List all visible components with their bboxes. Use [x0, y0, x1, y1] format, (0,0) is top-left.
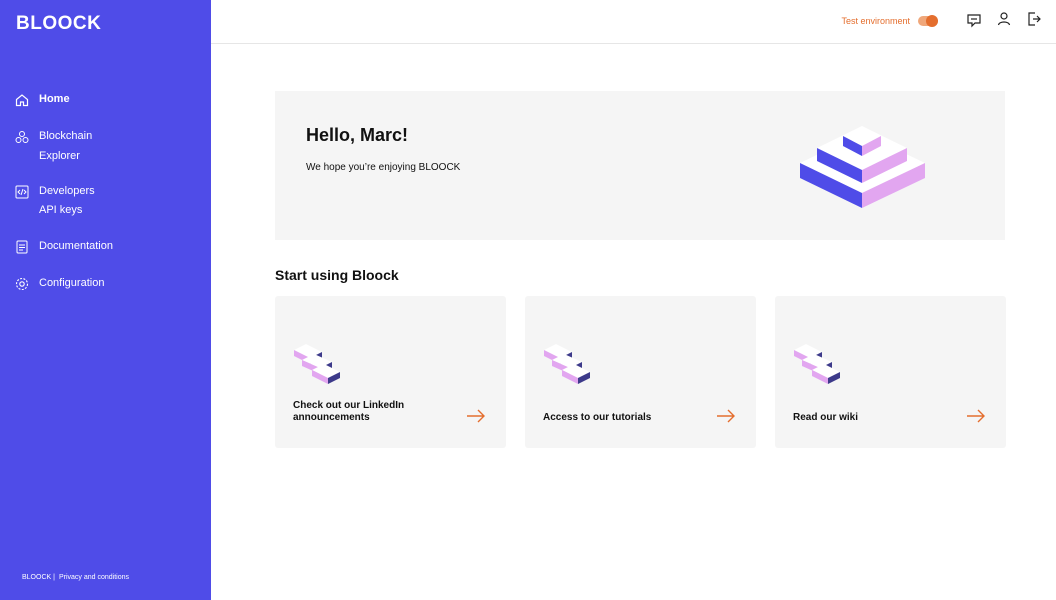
privacy-link[interactable]: Privacy and conditions	[59, 574, 129, 581]
sidebar-item-developers[interactable]: Developers	[15, 184, 95, 201]
arrow-right-icon[interactable]	[966, 409, 986, 423]
steps-icon	[794, 344, 840, 384]
sidebar-item-label: Home	[39, 93, 70, 105]
document-icon	[16, 240, 28, 254]
logout-icon[interactable]	[1026, 11, 1042, 27]
welcome-subtitle: We hope you’re enjoying BLOOCK	[306, 162, 461, 173]
sidebar: BLOOCK Home Blockchain Explorer Develope…	[0, 0, 211, 600]
arrow-right-icon[interactable]	[716, 409, 736, 423]
steps-icon	[544, 344, 590, 384]
toggle-knob	[926, 15, 938, 27]
sidebar-item-label-2: Explorer	[39, 150, 80, 162]
test-environment-label: Test environment	[841, 16, 910, 26]
sidebar-item-label: Documentation	[39, 240, 113, 252]
card-label: Check out our LinkedIn announcements	[293, 400, 443, 424]
card-label-line2: announcements	[293, 412, 370, 423]
sidebar-item-configuration[interactable]: Configuration	[15, 276, 104, 293]
footer-brand: BLOOCK |	[22, 574, 55, 581]
sidebar-item-documentation[interactable]: Documentation	[15, 239, 113, 256]
welcome-banner: Hello, Marc! We hope you’re enjoying BLO…	[275, 91, 1005, 240]
test-environment-toggle[interactable]	[918, 15, 938, 27]
card-tutorials[interactable]: Access to our tutorials	[525, 296, 756, 448]
chat-icon[interactable]	[966, 12, 982, 28]
user-icon[interactable]	[996, 11, 1012, 27]
bloock-logo[interactable]: BLOOCK	[16, 13, 101, 35]
arrow-right-icon[interactable]	[466, 409, 486, 423]
sidebar-item-label: Configuration	[39, 277, 105, 289]
sidebar-item-home[interactable]: Home	[15, 92, 70, 109]
card-linkedin[interactable]: Check out our LinkedIn announcements	[275, 296, 506, 448]
sidebar-item-blockchain-explorer[interactable]: Blockchain Explorer	[15, 129, 92, 166]
stepped-pyramid-illustration	[800, 126, 925, 208]
home-icon	[15, 94, 29, 107]
welcome-title: Hello, Marc!	[306, 125, 409, 145]
sidebar-item-api-keys[interactable]: API keys	[39, 200, 82, 220]
sidebar-footer: BLOOCK | Privacy and conditions	[22, 574, 129, 581]
steps-icon	[294, 344, 340, 384]
sidebar-item-label: Blockchain	[39, 130, 93, 142]
card-label: Read our wiki	[793, 412, 859, 423]
top-bar: Test environment	[211, 0, 1056, 44]
gear-icon	[15, 277, 29, 291]
code-icon	[15, 185, 29, 199]
section-title: Start using Bloock	[275, 267, 399, 283]
blocks-icon	[15, 131, 29, 143]
card-wiki[interactable]: Read our wiki	[775, 296, 1006, 448]
card-label-line1: Check out our LinkedIn	[293, 400, 405, 411]
sidebar-item-label: Developers	[39, 185, 95, 197]
card-label: Access to our tutorials	[543, 412, 652, 423]
